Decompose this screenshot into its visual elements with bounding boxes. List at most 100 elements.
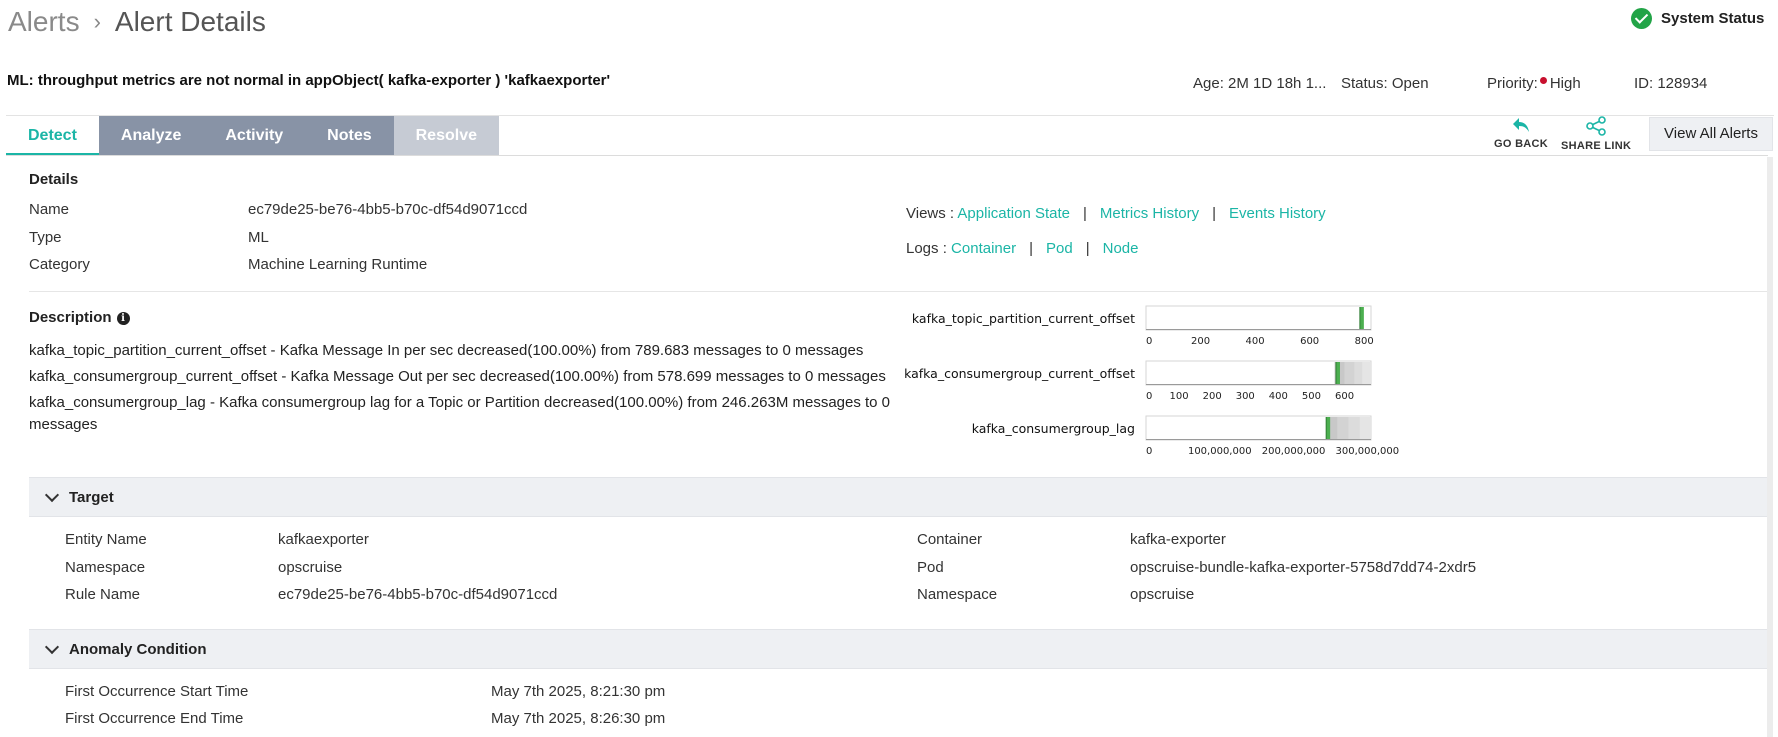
chart-title: kafka_topic_partition_current_offset — [911, 311, 1135, 326]
chart-topic-offset: 0 200 400 600 800 — [1145, 305, 1374, 347]
target-heading: Target — [69, 488, 114, 506]
details-type-label: Type — [29, 229, 62, 246]
chart-tick-label: 200,000,000 — [1262, 446, 1326, 457]
chart-tick-label: 500 — [1302, 391, 1321, 402]
description-line: kafka_topic_partition_current_offset - K… — [29, 342, 864, 359]
info-icon[interactable]: i — [116, 312, 130, 325]
tab-resolve[interactable]: Resolve — [393, 116, 499, 156]
chart-value-marker — [1335, 362, 1340, 384]
system-status-label: System Status — [1661, 10, 1765, 27]
first-end-label: First Occurrence End Time — [65, 710, 244, 727]
views-links: Views : Application State | Metrics Histor… — [906, 205, 1326, 222]
chart-value-marker — [1326, 417, 1331, 439]
entity-name-value: kafkaexporter — [278, 531, 369, 548]
container-value: kafka-exporter — [1130, 531, 1226, 548]
system-status[interactable]: System Status — [1631, 8, 1764, 29]
chart-tick-label: 100 — [1170, 391, 1189, 402]
rule-name-value: ec79de25-be76-4bb5-b70c-df54d9071ccd — [278, 586, 558, 603]
chart-tick-label: 400 — [1269, 391, 1288, 402]
description-line: kafka_consumergroup_current_offset - Kaf… — [29, 368, 886, 385]
details-type-value: ML — [248, 229, 269, 246]
chart-consumergroup-offset: 0 100 200 300 400 500 600 — [1145, 360, 1372, 402]
target-namespace-value: opscruise — [1130, 586, 1195, 603]
description-heading: Description i — [29, 309, 130, 326]
pod-link[interactable]: opscruise-bundle-kafka-exporter-5758d7dd… — [1130, 559, 1476, 576]
chart-tick-label: 0 — [1146, 336, 1152, 347]
alert-id: ID: 128934 — [1634, 75, 1708, 92]
page-title: Alert Details — [114, 6, 266, 37]
alert-title: ML: throughput metrics are not normal in… — [7, 72, 611, 89]
chart-tick-label: 200 — [1203, 391, 1222, 402]
chart-band — [1344, 362, 1355, 384]
details-category-label: Category — [29, 256, 90, 273]
tab-activity[interactable]: Activity — [203, 116, 306, 156]
chart-tick-label: 0 — [1146, 446, 1152, 457]
priority-dot-icon — [1539, 77, 1547, 84]
chart-tick-label: 800 — [1355, 336, 1374, 347]
first-start-value: May 7th 2025, 8:21:30 pm — [491, 683, 666, 700]
details-heading: Details — [29, 171, 79, 188]
details-category-value: Machine Learning Runtime — [248, 256, 428, 273]
tab-bar: Detect Analyze Activity Notes Resolve — [6, 116, 499, 156]
priority-label: Priority: — [1487, 75, 1538, 92]
anomaly-heading: Anomaly Condition — [69, 640, 207, 658]
tab-notes[interactable]: Notes — [305, 116, 394, 156]
check-circle-icon — [1631, 8, 1652, 29]
chart-tick-label: 200 — [1191, 336, 1210, 347]
chart-tick-label: 400 — [1246, 336, 1265, 347]
namespace-value: opscruise — [278, 559, 343, 576]
chart-tick-label: 600 — [1335, 391, 1354, 402]
scrollbar[interactable] — [1767, 157, 1773, 737]
first-start-label: First Occurrence Start Time — [65, 683, 249, 700]
container-label: Container — [917, 531, 983, 548]
application-state-link[interactable]: Application State — [957, 205, 1070, 222]
chart-consumergroup-lag: 0 100,000,000 200,000,000 300,000,000 — [1145, 415, 1399, 457]
reply-arrow-icon — [1513, 118, 1530, 132]
chart-band — [1354, 362, 1363, 384]
description-line: kafka_consumergroup_lag - Kafka consumer… — [29, 394, 891, 433]
priority-value: High — [1549, 75, 1581, 92]
alert-priority: Priority: High — [1487, 75, 1581, 92]
node-log-link[interactable]: Node — [1103, 240, 1139, 257]
alert-status: Status: Open — [1341, 75, 1429, 92]
pod-log-link[interactable]: Pod — [1046, 240, 1073, 257]
chart-tick-label: 600 — [1300, 336, 1319, 347]
anomaly-section-header[interactable]: Anomaly Condition — [29, 629, 1767, 669]
chart-tick-label: 0 — [1146, 391, 1152, 402]
share-link-button[interactable]: SHARE LINK — [1561, 116, 1631, 152]
events-history-link[interactable]: Events History — [1229, 205, 1326, 222]
tabs-divider — [6, 155, 1768, 156]
details-name-label: Name — [29, 201, 70, 218]
chart-tick-label: 300 — [1236, 391, 1255, 402]
chart-tick-label: 300,000,000 — [1335, 446, 1399, 457]
entity-name-label: Entity Name — [65, 531, 147, 548]
chevron-down-icon — [44, 639, 60, 655]
breadcrumb: Alerts › Alert Details — [8, 6, 266, 38]
alert-age: Age: 2M 1D 18h 1... — [1193, 75, 1327, 92]
chart-band — [1362, 362, 1371, 384]
share-icon — [1586, 116, 1606, 136]
first-end-value: May 7th 2025, 8:26:30 pm — [491, 710, 666, 727]
chart-title: kafka_consumergroup_lag — [971, 421, 1135, 436]
chart-band — [1348, 417, 1360, 439]
tab-analyze[interactable]: Analyze — [98, 116, 204, 156]
metrics-history-link[interactable]: Metrics History — [1100, 205, 1199, 222]
share-link-label: SHARE LINK — [1561, 140, 1632, 152]
target-section-header[interactable]: Target — [29, 477, 1767, 517]
breadcrumb-alerts-link[interactable]: Alerts — [8, 6, 80, 38]
tab-detect[interactable]: Detect — [6, 116, 99, 156]
chart-title: kafka_consumergroup_current_offset — [904, 366, 1135, 381]
logs-label: Logs : — [906, 240, 947, 257]
go-back-label: GO BACK — [1494, 138, 1549, 150]
views-label: Views : — [906, 205, 955, 222]
container-log-link[interactable]: Container — [951, 240, 1016, 257]
rule-name-label: Rule Name — [65, 586, 141, 603]
view-all-alerts-button[interactable]: View All Alerts — [1649, 117, 1773, 151]
details-name-value: ec79de25-be76-4bb5-b70c-df54d9071ccd — [248, 201, 528, 218]
chevron-right-icon: › — [93, 9, 101, 34]
chevron-down-icon — [44, 487, 60, 503]
chart-band — [1337, 417, 1349, 439]
go-back-button[interactable]: GO BACK — [1494, 116, 1548, 150]
chart-value-marker — [1359, 307, 1364, 329]
target-namespace-label: Namespace — [917, 586, 998, 603]
